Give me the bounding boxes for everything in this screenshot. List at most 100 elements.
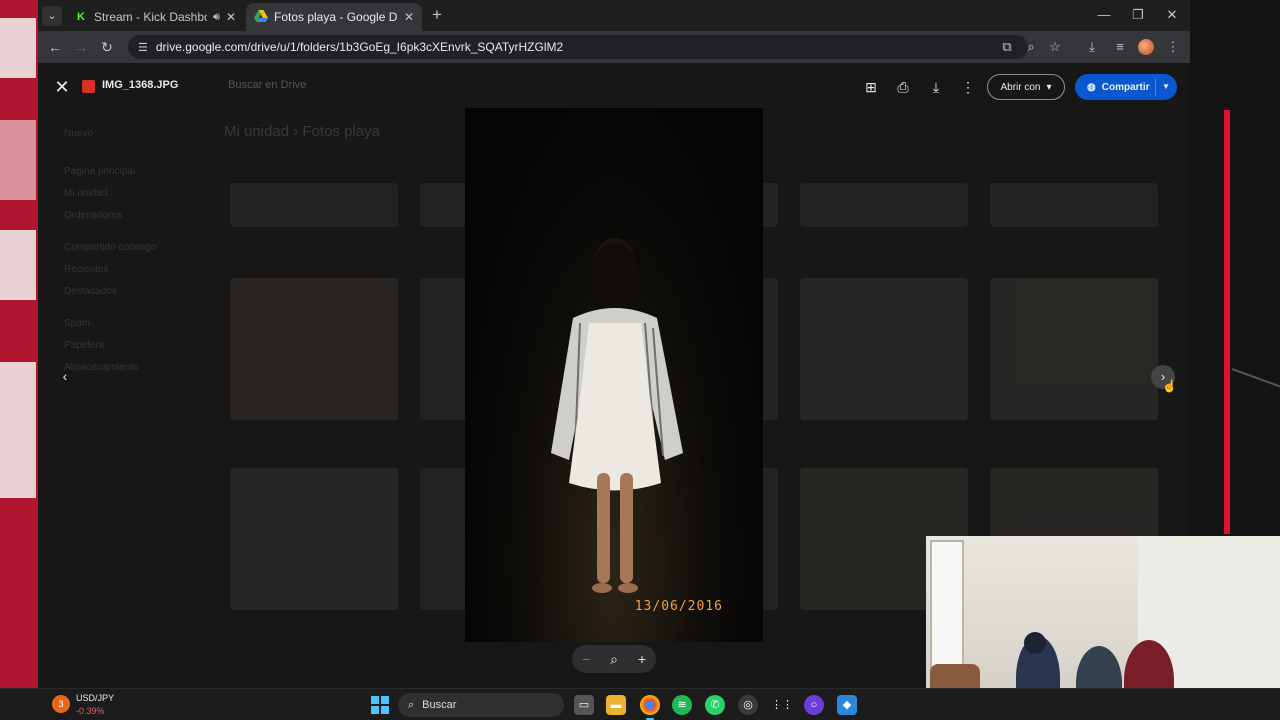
tab-search-icon[interactable]: ⌄ xyxy=(42,6,62,26)
sidebar-item: Compartido conmigo xyxy=(64,242,157,253)
bookmark-star-icon[interactable]: ☆ xyxy=(1044,37,1066,57)
downloads-icon[interactable]: ⤓ xyxy=(1081,37,1103,57)
stock-widget[interactable]: 3 USD/JPY -0.39% xyxy=(52,692,152,718)
zoom-icon[interactable]: ⌕ xyxy=(1020,37,1042,57)
zoom-in-icon[interactable]: + xyxy=(638,651,646,667)
app-circle-icon[interactable]: ○ xyxy=(804,695,824,715)
sidebar-item: Ordenadores xyxy=(64,210,123,221)
site-info-icon[interactable]: ☰ xyxy=(138,41,148,54)
install-app-icon[interactable]: ⧉ xyxy=(996,37,1018,57)
forward-icon[interactable]: → xyxy=(70,37,92,57)
thumbnail xyxy=(230,278,398,420)
sidebar-item: Página principal xyxy=(64,166,136,177)
sidebar-item: Spam xyxy=(64,318,91,329)
screen: ⌄ K Stream - Kick Dashboard 🔊︎ ✕ Fotos p… xyxy=(0,0,1280,720)
file-name: IMG_1368.JPG xyxy=(102,79,179,91)
close-window-icon[interactable]: ✕ xyxy=(1160,6,1184,24)
breadcrumb: Mi unidad › Fotos playa xyxy=(224,123,380,140)
thumbnail xyxy=(990,278,1158,420)
thumbnail xyxy=(800,278,968,420)
breadcrumb-item: Fotos playa xyxy=(302,123,380,140)
google-drive-icon xyxy=(254,10,268,24)
reload-icon[interactable]: ↻ xyxy=(96,37,118,57)
back-icon[interactable]: ← xyxy=(44,37,66,57)
add-comment-icon[interactable]: ⊞ xyxy=(861,77,881,97)
ticker-pair: USD/JPY xyxy=(76,693,115,703)
backdrop-graffiti xyxy=(0,18,36,78)
minimize-icon[interactable]: — xyxy=(1092,6,1116,24)
new-tab-button[interactable]: + xyxy=(427,6,447,26)
profile-avatar[interactable] xyxy=(1138,39,1154,55)
divider xyxy=(1155,78,1156,96)
zoom-controls: − ⌕ + xyxy=(572,645,656,673)
backdrop-red-bar xyxy=(1224,110,1230,534)
thumbnail xyxy=(230,468,398,610)
apps-grid-icon[interactable]: ⋮⋮ xyxy=(771,695,793,715)
whatsapp-icon[interactable]: ✆ xyxy=(705,695,725,715)
chrome-icon[interactable] xyxy=(640,695,660,720)
backdrop-graffiti xyxy=(0,230,36,300)
media-controls-icon[interactable]: ≡ xyxy=(1109,37,1131,57)
close-tab-icon[interactable]: ✕ xyxy=(404,10,414,24)
thumbnail xyxy=(230,183,398,227)
thumbnail xyxy=(990,183,1158,227)
download-icon[interactable]: ⤓ xyxy=(926,77,946,97)
tab-kick-dashboard[interactable]: K Stream - Kick Dashboard 🔊︎ ✕ xyxy=(66,3,244,31)
start-windows-icon[interactable] xyxy=(371,696,389,714)
ticker-change: -0.39% xyxy=(76,706,105,716)
kick-logo-icon: K xyxy=(77,11,85,23)
address-bar[interactable]: ☰ drive.google.com/drive/u/1/folders/1b3… xyxy=(128,35,1028,59)
audio-playing-icon[interactable]: 🔊︎ xyxy=(213,11,220,24)
share-dropdown-icon[interactable]: ▼ xyxy=(1162,74,1170,100)
viewer-header: ✕ IMG_1368.JPG Buscar en Drive ⊞ ⎙ ⤓ ⋮ A… xyxy=(38,63,1190,111)
image-file-icon xyxy=(82,80,95,93)
tab-title: Fotos playa - Google Drive xyxy=(274,10,398,24)
stock-badge-icon: 3 xyxy=(52,695,70,713)
taskbar-search[interactable]: ⌕ Buscar xyxy=(398,693,564,717)
chevron-down-icon: ▾ xyxy=(1046,81,1052,93)
app-blue-icon[interactable]: ◆ xyxy=(837,695,857,715)
close-viewer-icon[interactable]: ✕ xyxy=(52,77,72,97)
backdrop-graffiti xyxy=(0,120,36,200)
thumbnail xyxy=(800,183,968,227)
open-with-button[interactable]: Abrir con ▾ xyxy=(987,74,1065,100)
zoom-out-icon[interactable]: − xyxy=(582,651,590,667)
globe-icon: ◍ xyxy=(1087,81,1096,93)
app-icon[interactable]: ◎ xyxy=(738,695,758,715)
print-icon[interactable]: ⎙ xyxy=(893,77,913,97)
browser-menu-icon[interactable]: ⋮ xyxy=(1162,37,1184,57)
sidebar-item: Mi unidad xyxy=(64,188,108,199)
tab-strip: ⌄ K Stream - Kick Dashboard 🔊︎ ✕ Fotos p… xyxy=(38,0,1190,31)
breadcrumb-item: Mi unidad xyxy=(224,123,290,140)
sidebar-item: Nuevo xyxy=(64,128,93,139)
share-label: Compartir xyxy=(1101,81,1150,93)
webcam-window-frame xyxy=(930,540,964,670)
date-stamp: 13/06/2016 xyxy=(634,599,723,614)
sidebar-item: Recientes xyxy=(64,264,109,275)
photo-subject xyxy=(551,238,683,593)
restore-icon[interactable]: ❐ xyxy=(1126,6,1150,24)
webcam-cap xyxy=(1024,632,1046,654)
backdrop-line xyxy=(1231,368,1280,394)
zoom-search-icon[interactable]: ⌕ xyxy=(610,651,618,668)
open-with-label: Abrir con xyxy=(1000,81,1041,93)
sidebar-item: Papelera xyxy=(64,340,105,351)
previous-image-icon[interactable]: ‹ xyxy=(54,365,76,387)
tab-google-drive[interactable]: Fotos playa - Google Drive ✕ xyxy=(246,3,422,31)
search-icon: ⌕ xyxy=(408,698,415,711)
backdrop-graffiti xyxy=(0,362,36,498)
sidebar-item: Almacenamiento xyxy=(64,362,139,373)
file-explorer-icon[interactable]: ▬ xyxy=(606,695,626,715)
desktop-left-backdrop xyxy=(0,0,38,688)
spotify-icon[interactable]: ≋ xyxy=(672,695,692,715)
tab-title: Stream - Kick Dashboard xyxy=(94,10,207,24)
drive-sidebar: Nuevo Página principal Mi unidad Ordenad… xyxy=(58,123,198,379)
close-tab-icon[interactable]: ✕ xyxy=(226,10,236,24)
taskbar: 3 USD/JPY -0.39% ⌕ Buscar ▭ ▬ ≋ ✆ ◎ ⋮⋮ ○… xyxy=(0,688,1280,720)
url-text: drive.google.com/drive/u/1/folders/1b3Go… xyxy=(155,40,564,54)
task-view-icon[interactable]: ▭ xyxy=(574,695,594,715)
preview-image: 13/06/2016 xyxy=(465,108,763,642)
share-button[interactable]: ◍ Compartir ▼ xyxy=(1075,74,1177,100)
more-options-icon[interactable]: ⋮ xyxy=(958,77,978,97)
drive-search-placeholder: Buscar en Drive xyxy=(228,79,307,91)
